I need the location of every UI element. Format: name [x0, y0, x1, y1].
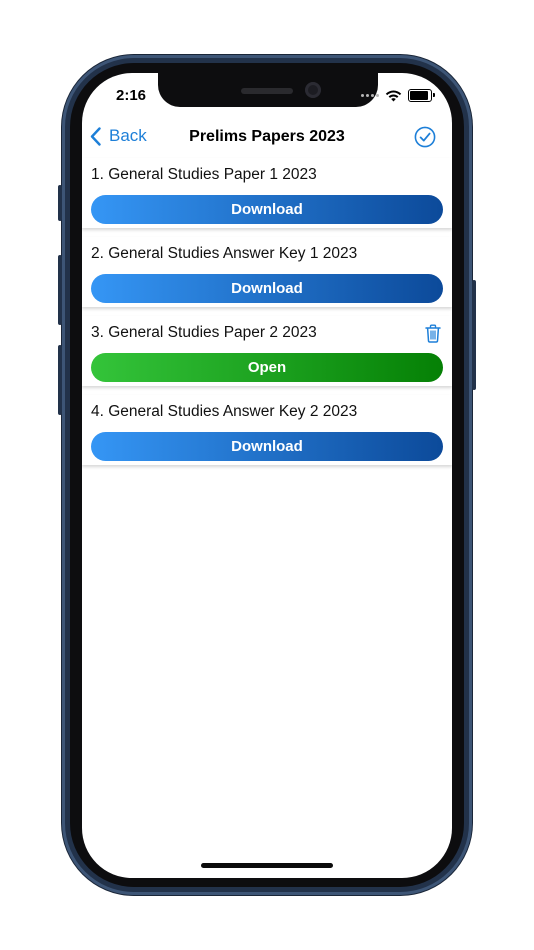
open-button[interactable]: Open	[91, 353, 443, 382]
back-label: Back	[109, 126, 147, 145]
notch	[158, 73, 378, 107]
back-button[interactable]: Back	[90, 126, 147, 146]
paper-card: 2. General Studies Answer Key 1 2023 Down…	[82, 237, 452, 307]
signal-dots-icon	[361, 94, 379, 97]
download-button[interactable]: Download	[91, 432, 443, 461]
paper-title: 3. General Studies Paper 2 2023	[91, 324, 317, 341]
navigation-bar: Back Prelims Papers 2023	[82, 123, 452, 153]
home-indicator[interactable]	[201, 863, 333, 868]
checkmark-circle-icon	[414, 126, 436, 148]
trash-icon	[425, 324, 441, 343]
side-button-power	[472, 280, 476, 390]
papers-list: 1. General Studies Paper 1 2023 Download 2…	[82, 158, 452, 474]
side-button-volume-up	[58, 255, 62, 325]
app-screen: 2:16 Back Prelims Papers 2023 1. General…	[82, 73, 452, 878]
download-button[interactable]: Download	[91, 195, 443, 224]
chevron-left-icon	[90, 126, 101, 146]
done-button[interactable]	[414, 126, 436, 153]
side-button-silent	[58, 185, 62, 221]
battery-icon	[408, 89, 435, 102]
paper-title: 2. General Studies Answer Key 1 2023	[91, 245, 358, 262]
paper-card: 1. General Studies Paper 1 2023 Download	[82, 158, 452, 228]
delete-button[interactable]	[425, 324, 441, 348]
wifi-icon	[385, 90, 402, 101]
front-camera	[305, 82, 321, 98]
status-icons	[361, 89, 435, 102]
speaker-grille	[241, 88, 293, 94]
paper-title: 1. General Studies Paper 1 2023	[91, 166, 317, 183]
download-button[interactable]: Download	[91, 274, 443, 303]
status-time: 2:16	[116, 87, 147, 104]
side-button-volume-down	[58, 345, 62, 415]
paper-card: 3. General Studies Paper 2 2023 Open	[82, 316, 452, 386]
paper-card: 4. General Studies Answer Key 2 2023 Down…	[82, 395, 452, 465]
paper-title: 4. General Studies Answer Key 2 2023	[91, 403, 358, 420]
